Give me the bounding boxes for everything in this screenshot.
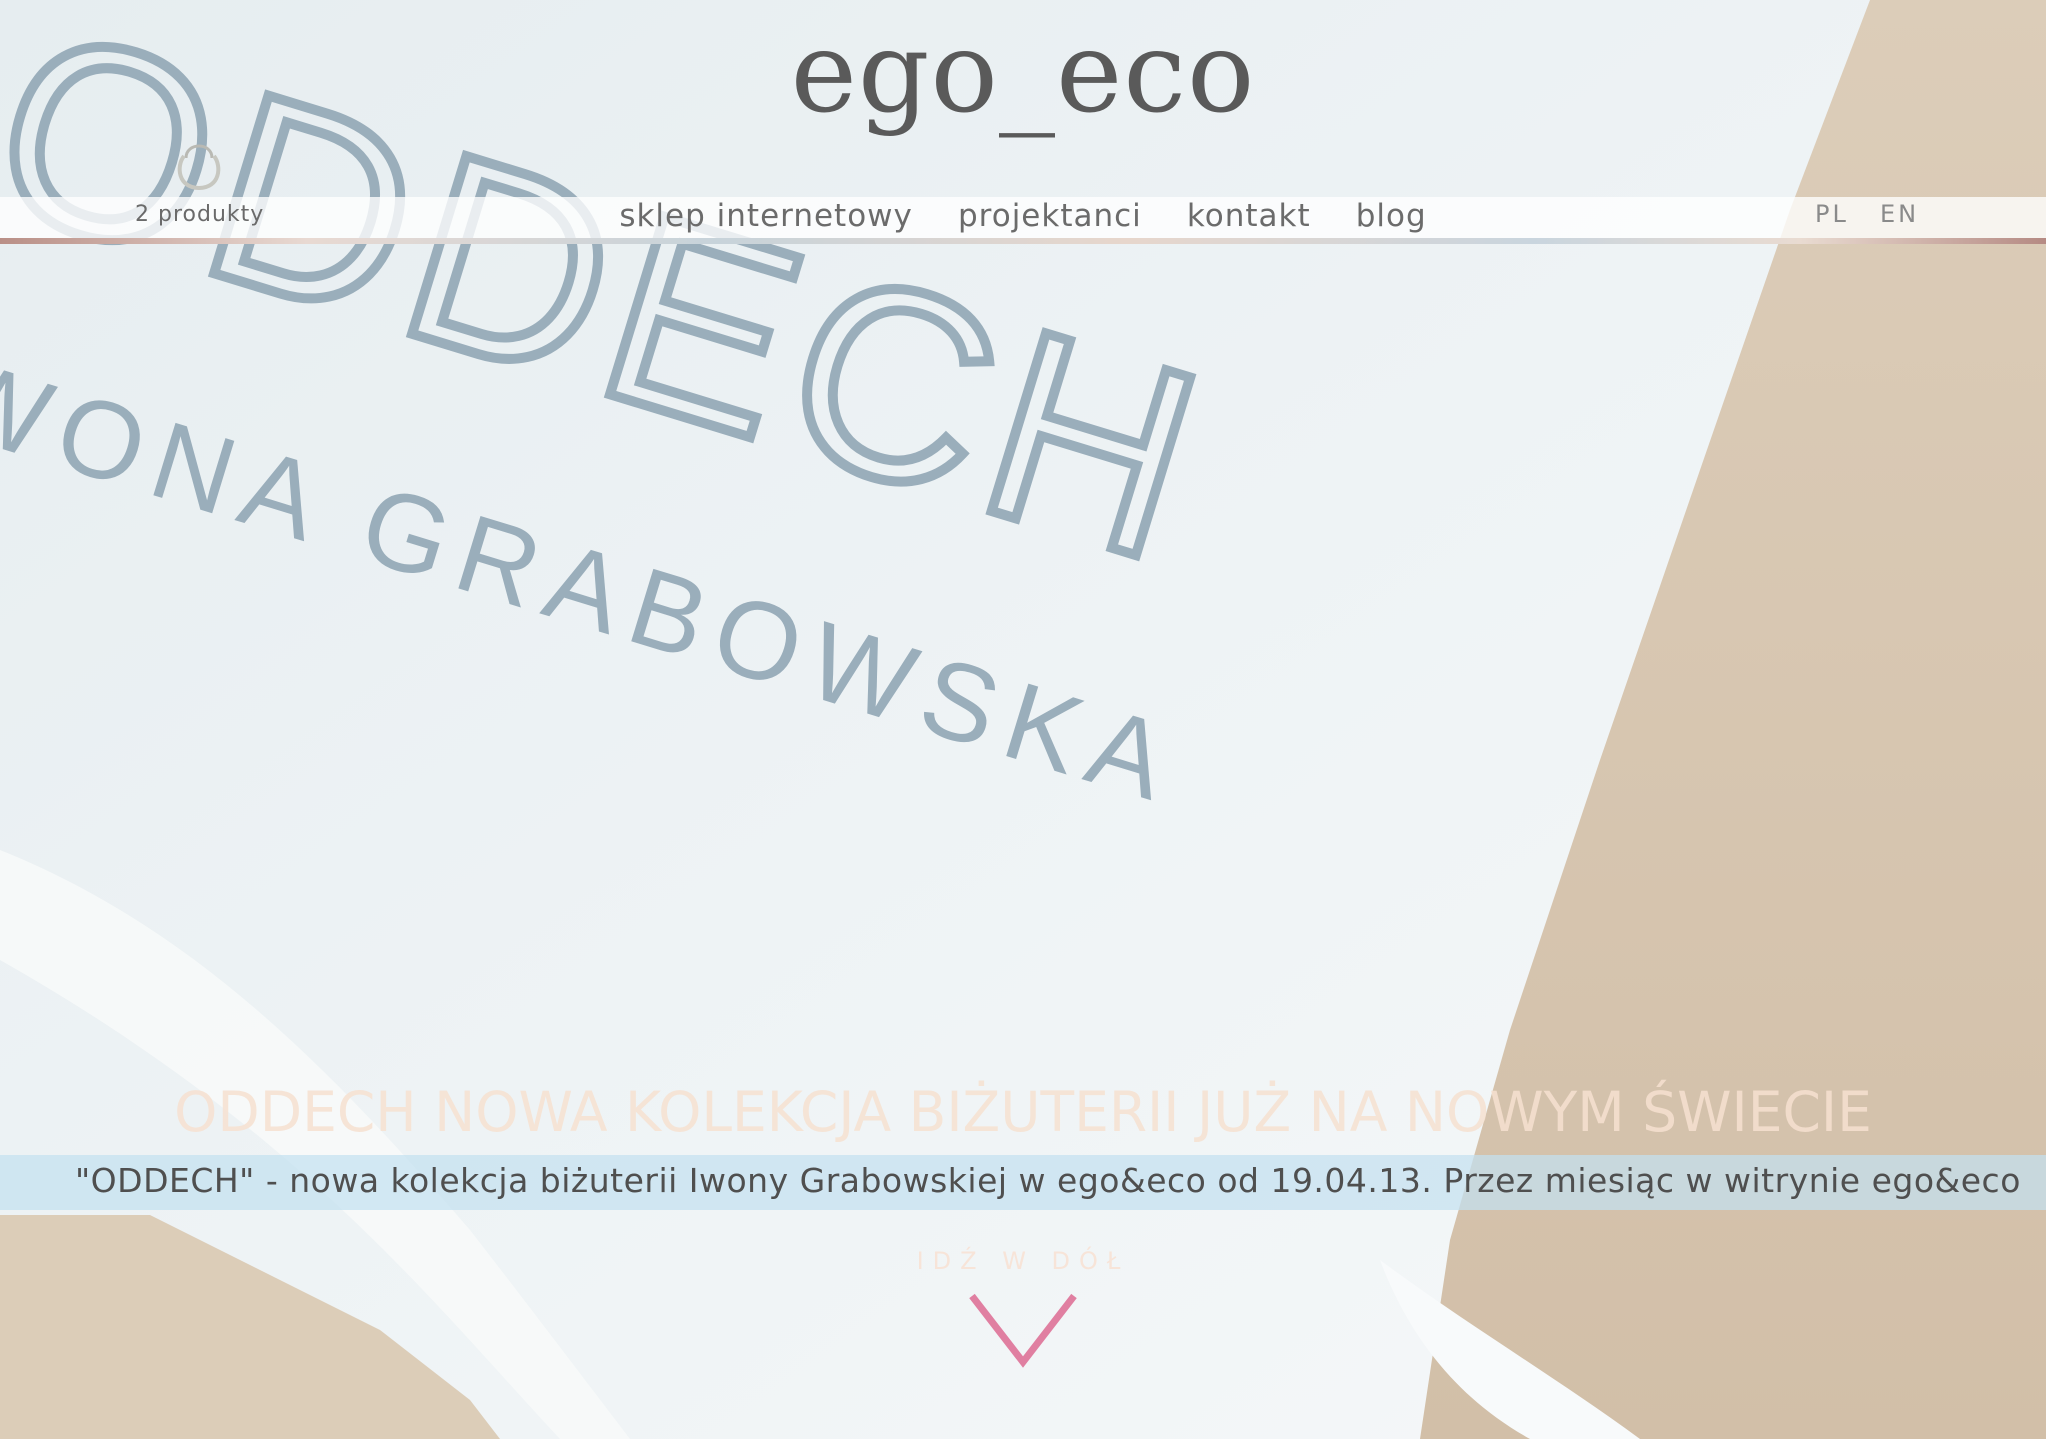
language-switcher: PL EN bbox=[1815, 200, 1945, 228]
news-ticker-text: "ODDECH" - nowa kolekcja biżuterii Iwony… bbox=[75, 1161, 2021, 1200]
hero-headline: ODDECH NOWA KOLEKCJA BIŻUTERII JUŻ NA NO… bbox=[174, 1080, 1872, 1144]
menu-item-designers[interactable]: projektanci bbox=[958, 198, 1142, 234]
site-logo[interactable]: ego_eco bbox=[0, 11, 2046, 135]
chevron-down-icon[interactable] bbox=[968, 1290, 1078, 1370]
menu-item-contact[interactable]: kontakt bbox=[1187, 198, 1311, 234]
navbar-decorative-stripe bbox=[0, 238, 2046, 244]
news-ticker[interactable]: "ODDECH" - nowa kolekcja biżuterii Iwony… bbox=[0, 1155, 2046, 1210]
language-en[interactable]: EN bbox=[1880, 200, 1919, 228]
language-pl[interactable]: PL bbox=[1815, 200, 1849, 228]
main-menu: sklep internetowy projektanci kontakt bl… bbox=[0, 198, 2046, 234]
scroll-down-label[interactable]: IDŹ W DÓŁ bbox=[0, 1247, 2046, 1275]
menu-item-blog[interactable]: blog bbox=[1356, 198, 1427, 234]
menu-item-shop[interactable]: sklep internetowy bbox=[619, 198, 913, 234]
shopping-bag-icon[interactable] bbox=[172, 136, 226, 194]
